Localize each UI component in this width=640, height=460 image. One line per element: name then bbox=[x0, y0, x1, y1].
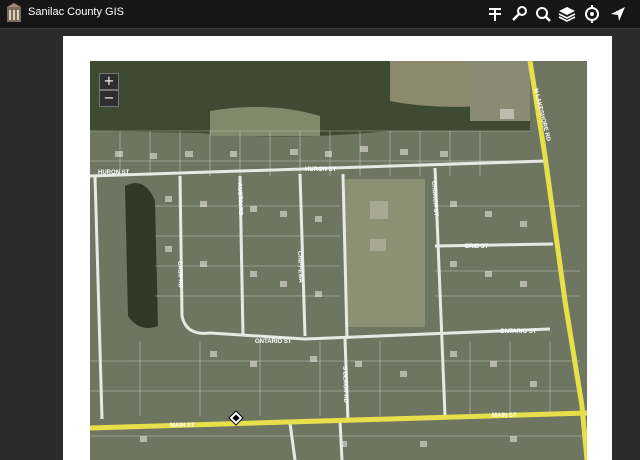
street-label-huron-west: HURON ST bbox=[98, 170, 130, 176]
layers-list-icon[interactable] bbox=[484, 3, 506, 25]
street-label-erie: ERIE ST bbox=[465, 244, 489, 250]
street-label-chippewa: CHIPPEWA bbox=[296, 251, 303, 284]
top-bar: Sanilac County GIS bbox=[0, 0, 640, 29]
app-title: Sanilac County GIS bbox=[28, 6, 124, 18]
street-label-ontario-east: ONTARIO ST bbox=[500, 329, 537, 335]
map-canvas[interactable]: HURON ST HURON ST N LAKESHORE RD AUSTIN … bbox=[90, 61, 587, 460]
locate-icon[interactable] bbox=[581, 3, 603, 25]
share-arrow-icon[interactable] bbox=[607, 3, 629, 25]
search-icon[interactable] bbox=[532, 3, 554, 25]
street-label-austin: AUSTIN RD bbox=[236, 183, 243, 217]
street-label-cass: CASS RD bbox=[176, 261, 183, 289]
street-label-huron-east: HURON ST bbox=[305, 167, 337, 173]
county-seal-icon bbox=[6, 3, 22, 24]
basemap-layers-icon[interactable] bbox=[556, 3, 578, 25]
zoom-in-button[interactable]: + bbox=[99, 73, 119, 90]
zoom-out-button[interactable]: − bbox=[99, 90, 119, 107]
street-label-ontario-west: ONTARIO ST bbox=[255, 339, 292, 345]
wrench-icon[interactable] bbox=[508, 3, 530, 25]
street-label-main-west: MAIN ST bbox=[170, 423, 195, 429]
street-label-main-east: MAIN ST bbox=[492, 413, 517, 419]
aerial-map[interactable]: HURON ST HURON ST N LAKESHORE RD AUSTIN … bbox=[90, 61, 587, 460]
